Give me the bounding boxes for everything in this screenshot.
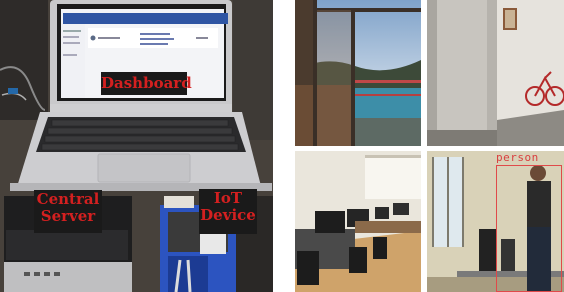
central-server-caption-line1: Central [36,190,100,208]
iot-device-caption-line2: Device [200,205,256,224]
computer-lab-photo [295,151,421,292]
person-bounding-box [496,165,562,292]
central-server-caption-line2: Server [40,206,96,225]
laptop-screen-topbar [63,13,228,24]
person-detection-label: person [496,151,539,164]
iot-device-caption: IoT Device [199,189,257,234]
laptop-setup-photo [0,0,273,292]
window-view-photo [295,0,421,146]
hallway-bicycle-photo [427,0,564,146]
dashboard-caption: Dashboard [101,72,192,95]
central-server-caption: Central Server [34,190,102,233]
dashboard-caption-text: Dashboard [101,74,192,92]
iot-device-caption-line1: IoT [213,189,243,207]
